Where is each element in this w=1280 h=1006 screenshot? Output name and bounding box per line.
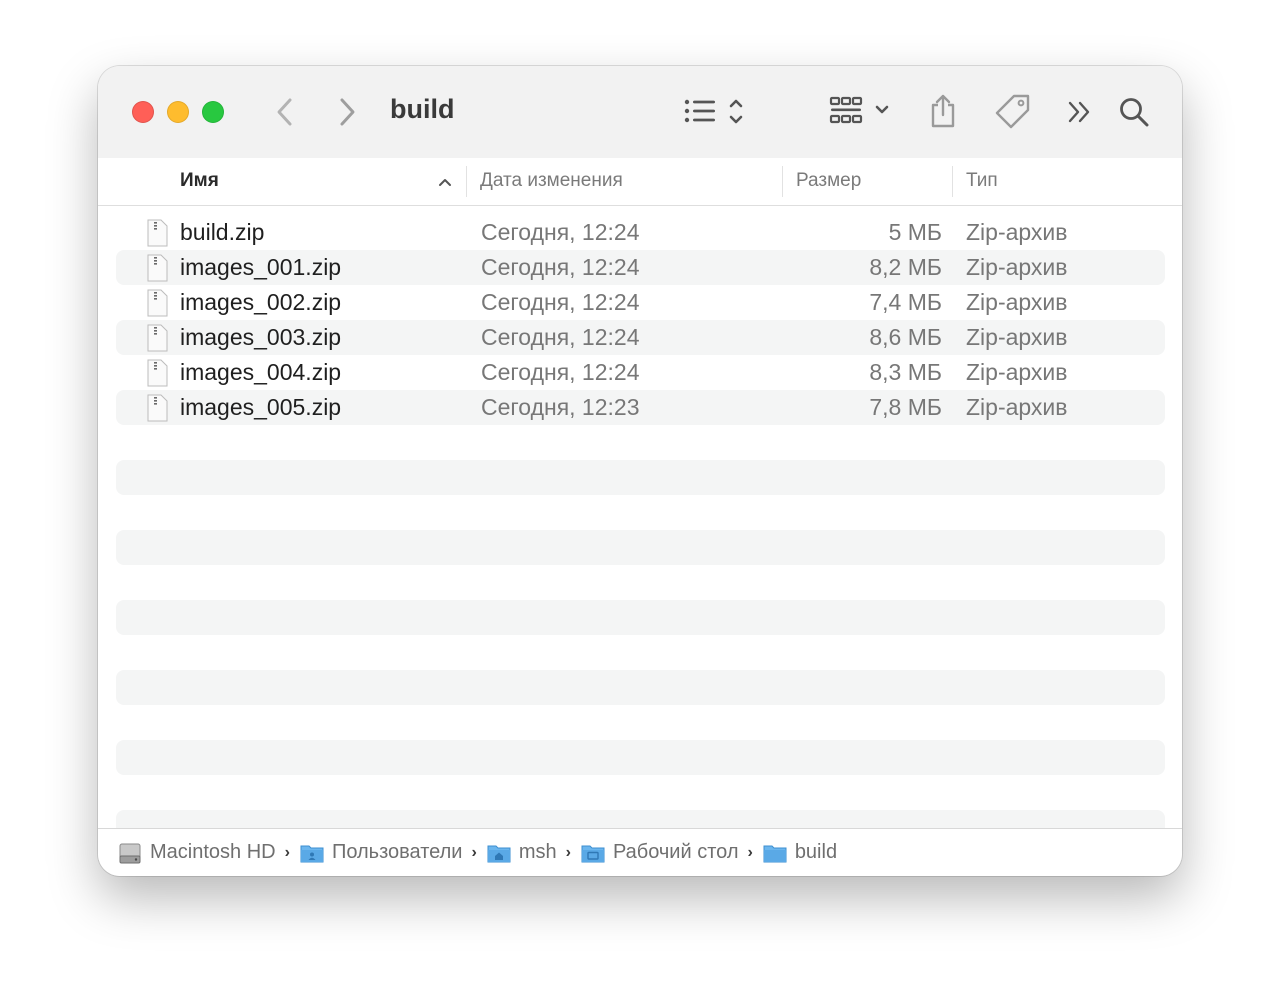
column-header: Имя Дата изменения Размер Тип xyxy=(98,158,1182,206)
path-item-users[interactable]: Пользователи xyxy=(300,841,463,864)
column-kind[interactable]: Тип xyxy=(966,170,998,192)
file-row[interactable]: images_003.zip Сегодня, 12:24 8,6 МБ Zip… xyxy=(116,320,1165,355)
finder-window: build Имя Дата изменения Размер Тип buil… xyxy=(98,66,1182,876)
path-bar: Macintosh HD › Пользователи › msh › Рабо… xyxy=(98,828,1182,876)
file-date: Сегодня, 12:24 xyxy=(481,289,640,315)
path-separator-icon: › xyxy=(565,843,571,861)
file-name: images_001.zip xyxy=(180,254,342,280)
path-item-label: Macintosh HD xyxy=(150,841,276,863)
back-icon[interactable] xyxy=(274,97,296,127)
path-item-label: Рабочий стол xyxy=(612,841,739,863)
users-folder-icon xyxy=(300,845,324,862)
tag-icon[interactable] xyxy=(994,93,1032,131)
file-kind: Zip-архив xyxy=(966,289,1068,315)
zip-file-icon xyxy=(147,219,168,247)
path-separator-icon: › xyxy=(747,843,753,861)
file-size: 8,6 МБ xyxy=(869,324,942,350)
empty-row-stripe xyxy=(116,460,1165,495)
empty-row-stripe xyxy=(116,600,1165,635)
file-size: 7,8 МБ xyxy=(869,394,942,420)
file-size: 5 МБ xyxy=(888,219,942,245)
desktop-folder-icon xyxy=(581,845,605,862)
hard-drive-icon xyxy=(119,843,141,863)
file-kind: Zip-архив xyxy=(966,254,1068,280)
path-item-label: Пользователи xyxy=(331,841,463,863)
column-divider[interactable] xyxy=(952,166,953,197)
path-item-build[interactable]: build xyxy=(763,841,837,864)
column-divider[interactable] xyxy=(466,166,467,197)
zip-file-icon xyxy=(147,394,168,422)
file-date: Сегодня, 12:24 xyxy=(481,359,640,385)
more-icon[interactable] xyxy=(1067,100,1093,124)
zip-file-icon xyxy=(147,324,168,352)
path-separator-icon: › xyxy=(471,843,477,861)
file-date: Сегодня, 12:24 xyxy=(481,219,640,245)
file-date: Сегодня, 12:23 xyxy=(481,394,640,420)
file-name: images_003.zip xyxy=(180,324,342,350)
home-folder-icon xyxy=(487,845,511,862)
file-row[interactable]: images_004.zip Сегодня, 12:24 8,3 МБ Zip… xyxy=(116,355,1165,390)
zip-file-icon xyxy=(147,359,168,387)
file-size: 8,3 МБ xyxy=(869,359,942,385)
empty-row-stripe xyxy=(116,530,1165,565)
file-name: images_005.zip xyxy=(180,394,342,420)
search-icon[interactable] xyxy=(1118,96,1150,128)
file-size: 7,4 МБ xyxy=(869,289,942,315)
minimize-button[interactable] xyxy=(167,101,189,123)
file-date: Сегодня, 12:24 xyxy=(481,324,640,350)
folder-icon xyxy=(763,845,787,862)
file-name: images_002.zip xyxy=(180,289,342,315)
file-row[interactable]: images_005.zip Сегодня, 12:23 7,8 МБ Zip… xyxy=(116,390,1165,425)
column-divider[interactable] xyxy=(782,166,783,197)
path-item-label: msh xyxy=(518,841,557,863)
file-list: build.zip Сегодня, 12:24 5 МБ Zip-архив … xyxy=(98,215,1182,828)
zip-file-icon xyxy=(147,254,168,282)
file-kind: Zip-архив xyxy=(966,394,1068,420)
toolbar: build xyxy=(98,66,1182,159)
forward-icon[interactable] xyxy=(336,97,358,127)
column-name[interactable]: Имя xyxy=(180,170,219,192)
path-item-msh[interactable]: msh xyxy=(487,841,557,864)
path-item-desktop[interactable]: Рабочий стол xyxy=(581,841,739,864)
empty-row-stripe xyxy=(116,670,1165,705)
file-name: build.zip xyxy=(180,219,265,245)
file-kind: Zip-архив xyxy=(966,219,1068,245)
file-row[interactable]: build.zip Сегодня, 12:24 5 МБ Zip-архив xyxy=(116,215,1165,250)
zip-file-icon xyxy=(147,289,168,317)
file-row[interactable]: images_001.zip Сегодня, 12:24 8,2 МБ Zip… xyxy=(116,250,1165,285)
column-date[interactable]: Дата изменения xyxy=(480,170,623,192)
empty-row-stripe xyxy=(116,810,1165,828)
share-icon[interactable] xyxy=(928,93,958,129)
path-item-macintosh-hd[interactable]: Macintosh HD xyxy=(118,841,276,865)
file-size: 8,2 МБ xyxy=(869,254,942,280)
file-row[interactable]: images_002.zip Сегодня, 12:24 7,4 МБ Zip… xyxy=(116,285,1165,320)
file-name: images_004.zip xyxy=(180,359,342,385)
sort-ascending-icon[interactable] xyxy=(438,177,452,187)
file-kind: Zip-архив xyxy=(966,324,1068,350)
close-button[interactable] xyxy=(132,101,154,123)
empty-row-stripe xyxy=(116,740,1165,775)
path-separator-icon: › xyxy=(284,843,290,861)
group-icon[interactable] xyxy=(829,94,895,128)
window-title: build xyxy=(390,94,455,124)
file-kind: Zip-архив xyxy=(966,359,1068,385)
column-size[interactable]: Размер xyxy=(796,170,861,192)
path-item-label: build xyxy=(794,841,838,863)
file-date: Сегодня, 12:24 xyxy=(481,254,640,280)
list-view-icon[interactable] xyxy=(684,97,748,127)
zoom-button[interactable] xyxy=(202,101,224,123)
